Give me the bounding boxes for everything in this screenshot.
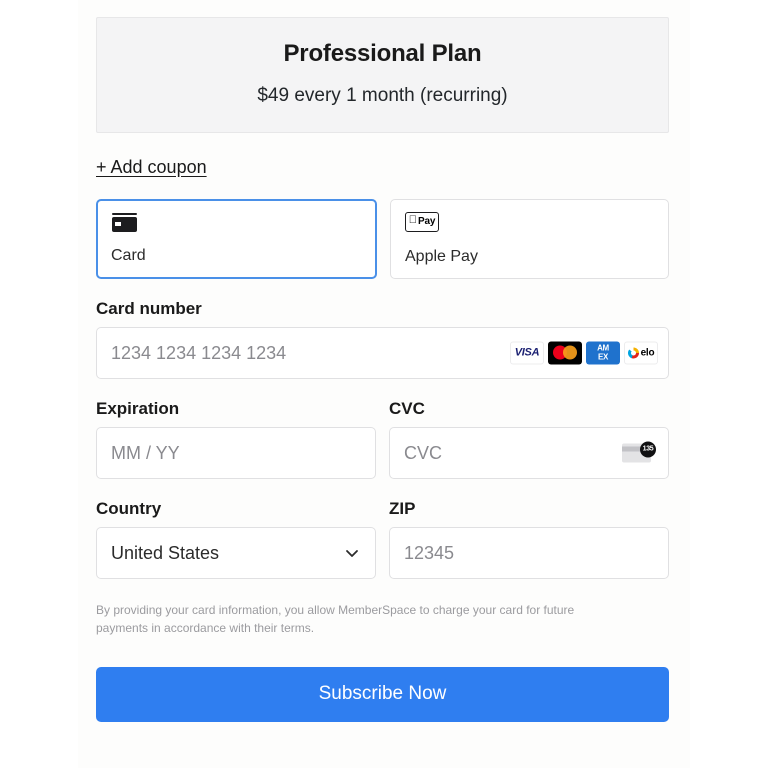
zip-input[interactable]: 12345 xyxy=(389,526,669,579)
elo-mark xyxy=(627,347,639,359)
visa-text: VISA xyxy=(514,346,540,359)
card-number-field-block: Card number 1234 1234 1234 1234 VISA AM … xyxy=(96,299,669,379)
expiration-label: Expiration xyxy=(96,398,180,418)
apple-logo-glyph:  xyxy=(409,215,417,226)
accepted-card-brands: VISA AM EX elo xyxy=(510,341,658,365)
cvc-field-block: CVC CVC 135 xyxy=(389,399,669,479)
cvc-hint-badge: 135 xyxy=(640,441,656,458)
zip-label: ZIP xyxy=(389,498,416,518)
elo-text: elo xyxy=(640,347,655,359)
chevron-down-icon xyxy=(345,546,359,560)
payment-method-apple-pay[interactable]:  Pay Apple Pay xyxy=(390,198,669,279)
payment-method-tabs: Card  Pay Apple Pay xyxy=(96,198,669,279)
expiration-input[interactable]: MM / YY xyxy=(96,426,376,479)
country-select[interactable]: United States xyxy=(96,526,376,579)
payment-method-card[interactable]: Card xyxy=(96,198,377,279)
zip-field-block: ZIP 12345 xyxy=(389,499,669,579)
country-zip-row: Country United States ZIP 12345 xyxy=(96,499,669,579)
checkout-page: Professional Plan $49 every 1 month (rec… xyxy=(0,0,768,768)
payment-disclaimer: By providing your card information, you … xyxy=(96,602,575,636)
mastercard-icon xyxy=(548,341,582,365)
country-selected-value: United States xyxy=(111,542,220,563)
card-number-label: Card number xyxy=(96,298,202,318)
cvc-hint-icon: 135 xyxy=(622,441,656,464)
payment-method-card-label: Card xyxy=(111,246,146,264)
cvc-placeholder: CVC xyxy=(404,442,443,463)
plan-price: $49 every 1 month (recurring) xyxy=(257,84,508,106)
coupon-row: + Add coupon xyxy=(96,157,669,178)
expiration-placeholder: MM / YY xyxy=(111,442,180,463)
amex-text-line2: EX xyxy=(597,352,609,362)
expiration-field-block: Expiration MM / YY xyxy=(96,399,376,479)
country-field-block: Country United States xyxy=(96,499,376,579)
amex-icon: AM EX xyxy=(586,341,620,365)
card-number-input[interactable]: 1234 1234 1234 1234 VISA AM EX elo xyxy=(96,326,669,379)
card-number-placeholder: 1234 1234 1234 1234 xyxy=(111,342,287,363)
elo-icon: elo xyxy=(624,341,658,365)
apple-pay-icon:  Pay xyxy=(405,211,439,232)
subscribe-now-button[interactable]: Subscribe Now xyxy=(96,666,669,722)
checkout-form: Professional Plan $49 every 1 month (rec… xyxy=(96,0,669,722)
amex-text-line1: AM xyxy=(597,343,609,353)
apple-pay-text: Pay xyxy=(413,215,435,227)
add-coupon-link[interactable]: + Add coupon xyxy=(96,157,207,178)
payment-method-apple-pay-label: Apple Pay xyxy=(405,247,478,265)
visa-icon: VISA xyxy=(510,341,544,365)
zip-placeholder: 12345 xyxy=(404,542,455,563)
cvc-label: CVC xyxy=(389,398,425,418)
country-label: Country xyxy=(96,498,162,518)
plan-summary-header: Professional Plan $49 every 1 month (rec… xyxy=(96,17,669,133)
expiration-cvc-row: Expiration MM / YY CVC CVC 135 xyxy=(96,399,669,479)
plan-title: Professional Plan xyxy=(283,40,482,67)
cvc-input[interactable]: CVC 135 xyxy=(389,426,669,479)
